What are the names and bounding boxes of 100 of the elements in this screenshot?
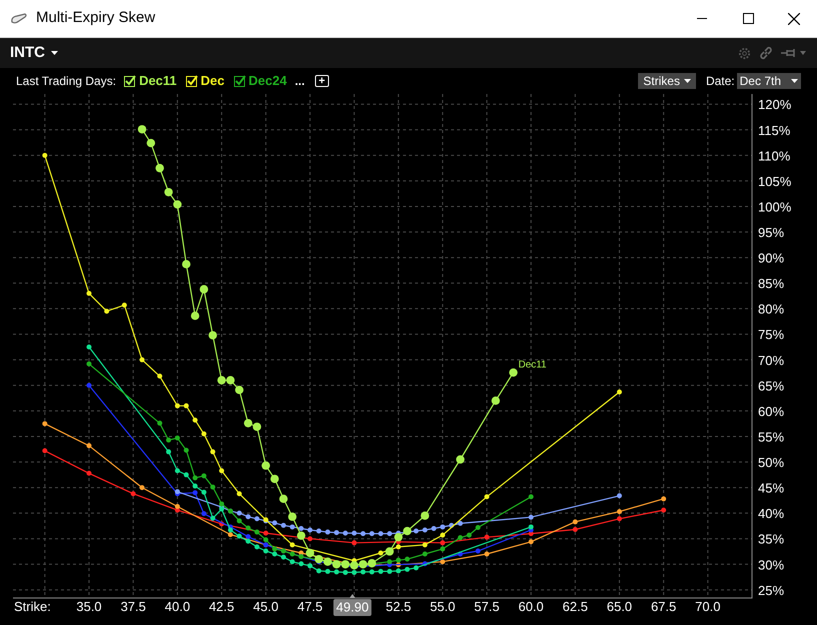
y-tick-label: 95%	[758, 225, 784, 240]
point	[201, 511, 206, 516]
point	[360, 569, 366, 574]
point	[316, 568, 322, 574]
point	[440, 546, 446, 552]
point	[226, 376, 235, 384]
point	[246, 534, 251, 540]
point	[528, 539, 534, 544]
point	[360, 531, 366, 536]
point	[262, 461, 270, 470]
point	[263, 537, 268, 542]
strikes-dropdown[interactable]: Strikes	[638, 73, 696, 89]
point	[528, 514, 534, 520]
more-expiries[interactable]: ...	[294, 72, 305, 90]
point	[308, 563, 313, 568]
point	[296, 531, 306, 540]
pin-icon[interactable]	[781, 48, 807, 58]
point	[86, 443, 92, 448]
settings-icon[interactable]	[738, 46, 751, 60]
point	[378, 568, 384, 574]
annotation: 49.90	[336, 600, 369, 614]
point	[184, 448, 189, 453]
point	[314, 554, 324, 564]
point	[246, 525, 251, 530]
point	[509, 368, 518, 377]
point	[174, 504, 180, 510]
point	[414, 565, 419, 570]
point	[440, 524, 446, 530]
point	[86, 344, 92, 350]
caret-icon	[684, 79, 691, 83]
point	[246, 538, 251, 544]
point	[414, 528, 419, 534]
point	[616, 516, 622, 522]
point	[86, 290, 92, 296]
point	[661, 496, 666, 502]
point	[140, 357, 145, 362]
point	[236, 518, 242, 524]
point	[334, 569, 340, 574]
point	[254, 516, 260, 522]
point	[342, 530, 348, 536]
point	[280, 522, 286, 528]
point	[332, 560, 341, 568]
point	[484, 494, 490, 500]
point	[387, 531, 392, 536]
expiry-toggle[interactable]: Dec24	[234, 71, 287, 91]
point	[404, 556, 410, 562]
point	[352, 530, 357, 536]
x-tick-label: 57.5	[474, 599, 500, 614]
point	[616, 390, 622, 395]
point	[219, 501, 224, 506]
caret-icon	[51, 51, 58, 55]
axis-label: Strike:	[14, 599, 51, 614]
series-label: Dec11	[518, 360, 546, 371]
point	[236, 510, 242, 516]
point	[200, 285, 208, 294]
point	[254, 530, 260, 535]
point	[174, 403, 180, 408]
point	[572, 519, 578, 524]
point	[192, 418, 198, 423]
point	[174, 436, 180, 441]
y-tick-label: 115%	[758, 122, 790, 138]
point	[458, 520, 463, 526]
point	[192, 475, 198, 480]
point	[104, 308, 110, 314]
point	[308, 528, 313, 533]
point	[122, 302, 127, 308]
date-dropdown[interactable]: Dec 7th	[736, 73, 801, 89]
y-tick-label: 35%	[758, 532, 784, 547]
point	[456, 455, 464, 464]
y-tick-label: 50%	[758, 455, 784, 470]
point	[616, 493, 622, 498]
point	[404, 566, 410, 572]
point	[138, 125, 146, 134]
point	[616, 509, 622, 514]
point	[387, 568, 392, 574]
y-tick-label: 80%	[758, 302, 784, 317]
point	[164, 188, 173, 196]
point	[272, 520, 278, 526]
point	[290, 524, 295, 530]
point	[342, 570, 348, 575]
x-tick-label: 65.0	[606, 599, 632, 614]
link-icon[interactable]	[759, 46, 773, 60]
point	[210, 484, 216, 490]
x-tick-label: 70.0	[695, 599, 720, 614]
point	[217, 376, 226, 384]
point	[394, 532, 403, 542]
point	[192, 484, 198, 489]
cursor-value: 49.90	[333, 599, 372, 616]
point	[422, 528, 428, 533]
point	[236, 534, 242, 539]
point	[323, 558, 332, 566]
expiry-toggle[interactable]: Dec	[186, 71, 225, 91]
point	[157, 374, 162, 379]
y-tick-label: 25%	[758, 582, 784, 598]
expiry-toggle[interactable]: Dec11	[124, 71, 177, 91]
point	[458, 535, 463, 540]
y-tick-label: 100%	[758, 199, 792, 214]
symbol-dropdown[interactable]: INTC	[10, 42, 58, 64]
point	[130, 491, 136, 496]
add-button[interactable]: +	[314, 75, 329, 87]
